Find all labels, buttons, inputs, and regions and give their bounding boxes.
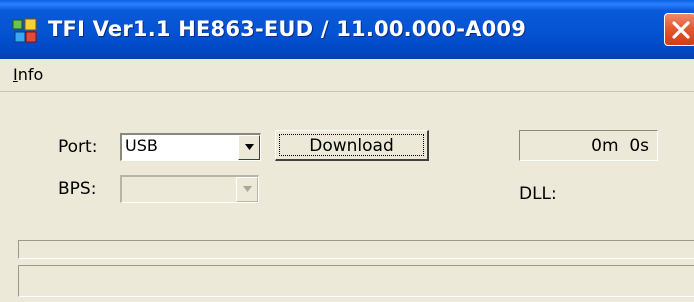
port-select-value: USB <box>125 136 158 155</box>
close-icon <box>672 21 690 39</box>
elapsed-time-display: 0m 0s <box>519 130 658 161</box>
port-label: Port: <box>58 137 98 157</box>
elapsed-time-value: 0m 0s <box>591 136 649 156</box>
download-label: Download <box>309 136 394 156</box>
menu-item-label: nfo <box>17 65 44 84</box>
bps-label: BPS: <box>58 179 97 199</box>
dropdown-arrow-icon <box>243 186 252 192</box>
dropdown-arrow-icon <box>245 144 254 150</box>
bps-dropdown-button[interactable] <box>236 177 258 202</box>
port-select[interactable]: USB <box>120 133 261 161</box>
main-window: TFI Ver1.1 HE863-EUD / 11.00.000-A009 In… <box>0 0 694 302</box>
progress-bar <box>18 240 694 259</box>
title-bar[interactable]: TFI Ver1.1 HE863-EUD / 11.00.000-A009 <box>0 0 694 59</box>
window-title: TFI Ver1.1 HE863-EUD / 11.00.000-A009 <box>48 17 527 41</box>
menu-item-info[interactable]: Info <box>13 64 43 86</box>
download-button[interactable]: Download <box>275 130 429 161</box>
status-bar <box>18 265 694 297</box>
port-dropdown-button[interactable] <box>238 135 260 160</box>
close-button[interactable] <box>664 13 694 46</box>
menu-bar: Info <box>0 59 694 92</box>
dll-label: DLL: <box>519 184 557 204</box>
app-icon <box>12 18 37 43</box>
bps-select[interactable] <box>120 175 259 203</box>
